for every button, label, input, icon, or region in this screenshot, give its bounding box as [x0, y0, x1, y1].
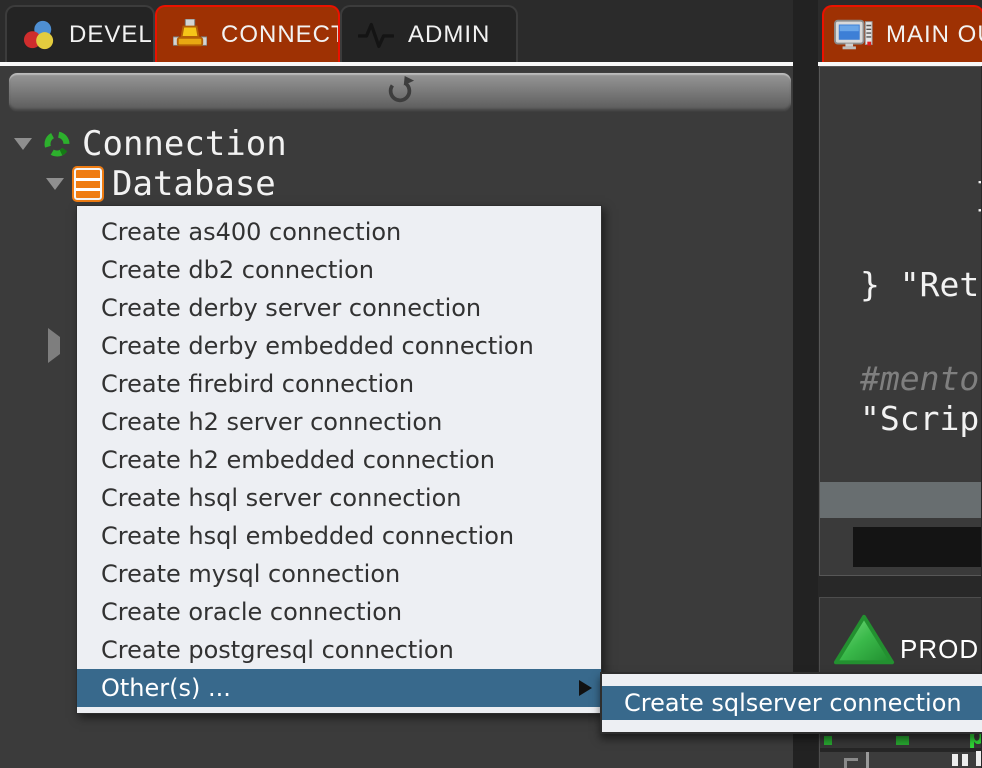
menu-item-create-firebird[interactable]: Create firebird connection [77, 365, 601, 403]
tab-devel-label: DEVEL [69, 21, 153, 49]
menu-item-create-h2-server[interactable]: Create h2 server connection [77, 403, 601, 441]
expand-arrow-icon[interactable] [14, 138, 32, 150]
script-output-view: } } "Ret #mento "Scrip [819, 66, 981, 576]
tab-main-output-label: MAIN OU [886, 21, 982, 49]
others-submenu: Create sqlserver connection [600, 672, 982, 734]
left-tabbar: DEVEL CONNECT [0, 0, 793, 66]
tab-admin-label: ADMIN [408, 21, 490, 49]
menu-item-create-mysql[interactable]: Create mysql connection [77, 555, 601, 593]
menu-item-create-hsql-server[interactable]: Create hsql server connection [77, 479, 601, 517]
menu-item-create-oracle[interactable]: Create oracle connection [77, 593, 601, 631]
tree-item-label: Connection [82, 124, 287, 164]
clipped-tree-fragment [824, 736, 832, 745]
prod-label: PROD [900, 634, 979, 665]
clipped-glyph [844, 758, 858, 768]
tabbar-underline [0, 62, 793, 66]
right-tabbar: MAIN OU [818, 0, 982, 66]
expand-arrow-icon[interactable] [46, 178, 64, 190]
clipped-glyph [866, 752, 869, 768]
tab-connect-label: CONNECT [221, 21, 340, 49]
prod-triangle-icon [832, 612, 896, 673]
database-context-menu: Create as400 connection Create db2 conne… [76, 205, 602, 714]
menu-item-create-h2-embedded[interactable]: Create h2 embedded connection [77, 441, 601, 479]
horizontal-scrollbar[interactable] [820, 482, 981, 518]
pulse-icon [358, 20, 394, 50]
menu-item-others-label: Other(s) ... [101, 674, 231, 702]
menu-item-create-postgresql[interactable]: Create postgresql connection [77, 631, 601, 669]
code-line: } "Ret [860, 265, 979, 304]
clipped-glyph [976, 751, 981, 766]
code-line: "Scrip [860, 399, 979, 438]
tab-devel[interactable]: DEVEL [5, 5, 155, 62]
refresh-button[interactable] [8, 72, 792, 112]
menu-item-create-derby-server[interactable]: Create derby server connection [77, 289, 601, 327]
refresh-icon [385, 75, 415, 110]
tab-connect[interactable]: CONNECT [155, 5, 340, 62]
clipped-glyph [952, 754, 958, 766]
code-line: } [975, 175, 981, 214]
clipped-glyph [962, 754, 968, 766]
tree-item-database[interactable]: Database [46, 164, 276, 204]
menu-item-create-derby-embedded[interactable]: Create derby embedded connection [77, 327, 601, 365]
console-block [853, 527, 981, 567]
palette-icon [23, 19, 55, 51]
connector-icon [173, 19, 207, 51]
code-comment-line: #mento [860, 359, 979, 398]
menu-item-create-hsql-embedded[interactable]: Create hsql embedded connection [77, 517, 601, 555]
tree-collapsed-node[interactable] [48, 337, 60, 355]
menu-item-create-as400[interactable]: Create as400 connection [77, 213, 601, 251]
tree-item-connection[interactable]: Connection [14, 124, 287, 164]
menu-item-create-db2[interactable]: Create db2 connection [77, 251, 601, 289]
tabbar-underline [818, 62, 982, 66]
tab-admin[interactable]: ADMIN [340, 5, 518, 62]
menu-item-others[interactable]: Other(s) ... [77, 669, 601, 707]
connection-icon [42, 129, 72, 159]
panel-splitter[interactable] [793, 0, 818, 768]
submenu-arrow-icon [579, 680, 592, 696]
clipped-tree-fragment [896, 736, 909, 745]
app-window: DEVEL CONNECT [0, 0, 982, 768]
output-panel: MAIN OU } } "Ret #mento "Scrip [818, 0, 982, 768]
tab-main-output[interactable]: MAIN OU [822, 5, 982, 62]
tree-item-label: Database [112, 164, 276, 204]
database-icon [74, 168, 102, 200]
collapse-arrow-icon [48, 328, 60, 363]
monitor-icon [834, 18, 874, 52]
menu-item-create-sqlserver[interactable]: Create sqlserver connection [602, 686, 982, 720]
